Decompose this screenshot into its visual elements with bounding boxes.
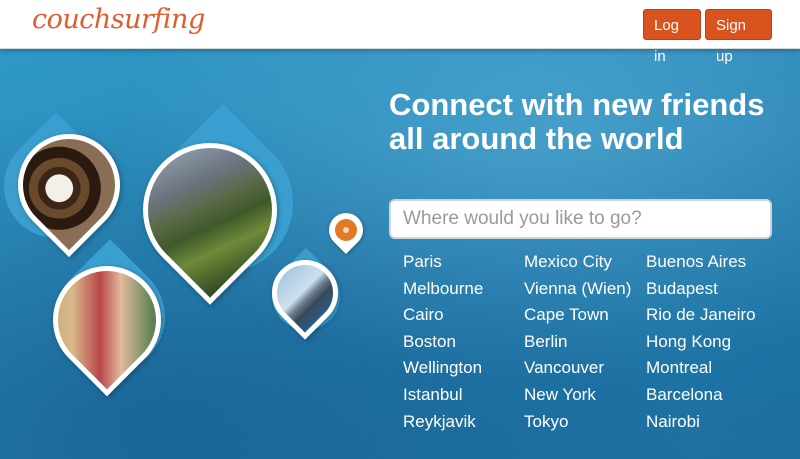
destination-search-input[interactable] bbox=[389, 199, 772, 239]
pin-dot bbox=[341, 225, 351, 235]
pin-fill bbox=[330, 214, 362, 246]
hero-headline: Connect with new friends all around the … bbox=[389, 87, 765, 156]
city-link[interactable]: Tokyo bbox=[524, 409, 631, 436]
city-link[interactable]: Vancouver bbox=[524, 355, 631, 382]
hero-section: Connect with new friends all around the … bbox=[0, 48, 800, 459]
city-link[interactable]: Hong Kong bbox=[646, 329, 756, 356]
signup-button[interactable]: Sign up bbox=[705, 9, 772, 65]
top-bar: couchsurfing Log in Sign up bbox=[0, 0, 800, 65]
city-link[interactable]: Montreal bbox=[646, 355, 756, 382]
city-image bbox=[258, 246, 352, 340]
city-column-1: Paris Melbourne Cairo Boston Wellington … bbox=[403, 249, 483, 435]
city-link[interactable]: Istanbul bbox=[403, 382, 483, 409]
city-link[interactable]: New York bbox=[524, 382, 631, 409]
city-link[interactable]: Boston bbox=[403, 329, 483, 356]
city-link[interactable]: Paris bbox=[403, 249, 483, 276]
city-link[interactable]: Mexico City bbox=[524, 249, 631, 276]
login-button[interactable]: Log in bbox=[643, 9, 701, 65]
coffee-image bbox=[0, 112, 142, 258]
map-pin-icon bbox=[321, 205, 371, 255]
city-link[interactable]: Berlin bbox=[524, 329, 631, 356]
people-photo bbox=[30, 239, 188, 397]
city-link[interactable]: Vienna (Wien) bbox=[524, 276, 631, 303]
city-link[interactable]: Cairo bbox=[403, 302, 483, 329]
city-link[interactable]: Rio de Janeiro bbox=[646, 302, 756, 329]
city-link[interactable]: Reykjavik bbox=[403, 409, 483, 436]
city-link[interactable]: Melbourne bbox=[403, 276, 483, 303]
coffee-photo bbox=[0, 112, 142, 260]
city-photo bbox=[257, 246, 355, 345]
city-column-2: Mexico City Vienna (Wien) Cape Town Berl… bbox=[524, 249, 631, 435]
city-link[interactable]: Barcelona bbox=[646, 382, 756, 409]
city-link[interactable]: Wellington bbox=[403, 355, 483, 382]
city-link[interactable]: Nairobi bbox=[646, 409, 756, 436]
people-image bbox=[30, 243, 184, 397]
city-link[interactable]: Cape Town bbox=[524, 302, 631, 329]
city-column-3: Buenos Aires Budapest Rio de Janeiro Hon… bbox=[646, 249, 756, 435]
city-link[interactable]: Budapest bbox=[646, 276, 756, 303]
city-link[interactable]: Buenos Aires bbox=[646, 249, 756, 276]
couchsurfing-logo[interactable]: couchsurfing bbox=[32, 4, 205, 35]
